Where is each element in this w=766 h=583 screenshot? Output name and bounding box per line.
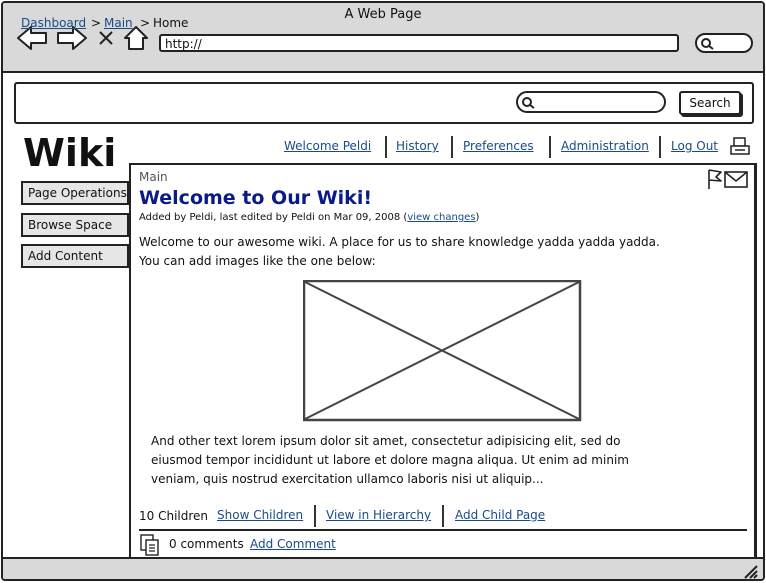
- browser-titlebar: A Web Page http://: [3, 3, 763, 73]
- close-icon: [99, 31, 113, 45]
- body-text-line: veniam, quis nostrud exercitation ullamc…: [151, 472, 544, 486]
- divider: [314, 505, 316, 527]
- page-meta-suffix: ): [475, 212, 480, 223]
- browser-search-field[interactable]: [695, 33, 753, 53]
- search-button[interactable]: Search: [679, 91, 741, 115]
- show-children-link[interactable]: Show Children: [217, 508, 303, 522]
- search-icon: [701, 38, 714, 50]
- divider: [139, 529, 747, 531]
- divider: [442, 505, 444, 527]
- comments-icon: [140, 534, 159, 556]
- browse-space-button[interactable]: Browse Space: [21, 213, 129, 237]
- search-input[interactable]: [516, 91, 666, 113]
- page-content: Main Welcome to Our Wiki! Added by Peldi…: [129, 163, 757, 561]
- breadcrumb-main[interactable]: Main: [104, 16, 133, 30]
- view-changes-link[interactable]: view changes: [407, 212, 475, 223]
- page-operations-button[interactable]: Page Operations: [21, 181, 129, 205]
- divider: [451, 136, 453, 158]
- breadcrumb-home: Home: [153, 16, 189, 30]
- body-text-line: And other text lorem ipsum dolor sit ame…: [151, 434, 621, 448]
- intro-text-line: You can add images like the one below:: [139, 254, 376, 268]
- preferences-link[interactable]: Preferences: [463, 139, 534, 153]
- resize-handle-icon[interactable]: [741, 562, 759, 580]
- search-icon: [522, 97, 535, 109]
- image-placeholder: [303, 280, 582, 422]
- add-content-button[interactable]: Add Content: [21, 244, 129, 268]
- printer-icon[interactable]: [729, 136, 751, 158]
- address-bar[interactable]: http://: [159, 34, 679, 52]
- breadcrumb-dashboard[interactable]: Dashboard: [21, 16, 86, 30]
- add-child-page-link[interactable]: Add Child Page: [455, 508, 545, 522]
- space-label: Main: [139, 170, 168, 184]
- intro-text-line: Welcome to our awesome wiki. A place for…: [139, 235, 660, 249]
- app-title: Wiki: [23, 131, 117, 175]
- welcome-user-link[interactable]: Welcome Peldi: [284, 139, 371, 153]
- email-icon[interactable]: [724, 171, 748, 188]
- view-in-hierarchy-link[interactable]: View in Hierarchy: [326, 508, 431, 522]
- administration-link[interactable]: Administration: [561, 139, 649, 153]
- breadcrumb-separator: >: [91, 16, 102, 30]
- flag-icon[interactable]: [708, 169, 722, 189]
- divider: [549, 136, 551, 158]
- add-comment-link[interactable]: Add Comment: [250, 537, 336, 551]
- history-link[interactable]: History: [396, 139, 439, 153]
- divider: [385, 136, 387, 158]
- page-meta-text: Added by Peldi, last edited by Peldi on …: [139, 212, 408, 223]
- divider: [659, 136, 661, 158]
- children-count: 10 Children: [139, 509, 209, 523]
- body-text-line: eiusmod tempor incididunt ut labore et d…: [151, 453, 629, 467]
- log-out-link[interactable]: Log Out: [671, 139, 718, 153]
- page-meta: Added by Peldi, last edited by Peldi on …: [139, 212, 479, 223]
- comments-count: 0 comments: [169, 537, 244, 551]
- breadcrumb-separator: >: [140, 16, 151, 30]
- browser-window: A Web Page http:// Dashboard > Main > Ho…: [1, 1, 765, 581]
- page-actions: [708, 169, 748, 189]
- page-title: Welcome to Our Wiki!: [139, 187, 372, 209]
- browser-statusbar: [3, 557, 763, 580]
